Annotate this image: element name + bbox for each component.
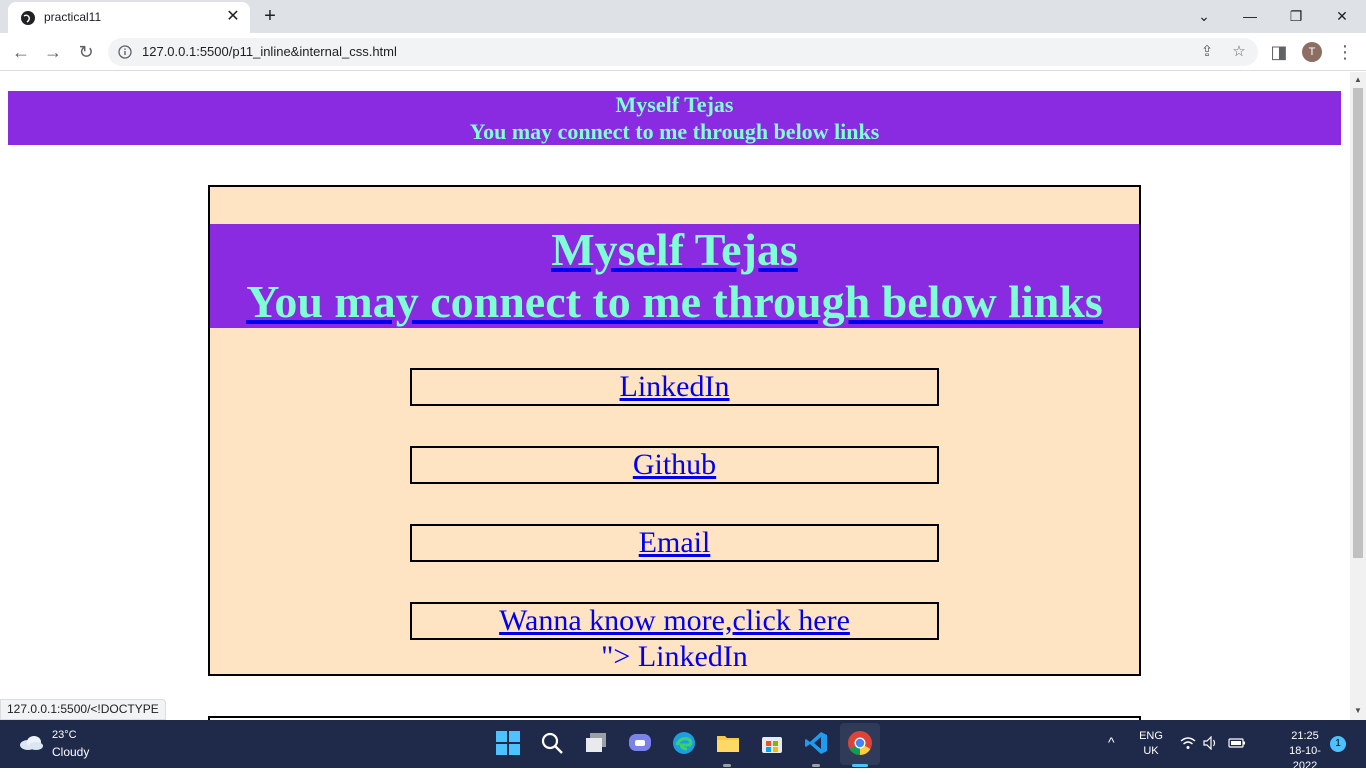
weather-desc: Cloudy	[52, 745, 90, 759]
system-clock[interactable]: 21:25 18-10-2022	[1284, 729, 1326, 774]
chevron-up-icon[interactable]: ^	[1108, 734, 1115, 750]
url-text: 127.0.0.1:5500/p11_inline&internal_css.h…	[142, 44, 397, 59]
bookmark-star-icon[interactable]: ☆	[1230, 43, 1248, 61]
search-icon[interactable]	[539, 730, 565, 756]
clock-date: 18-10-2022	[1289, 745, 1321, 772]
tab-practical11[interactable]: practical11 ✕	[8, 2, 250, 33]
know-more-link[interactable]: Wanna know more,click here	[499, 604, 850, 637]
github-link[interactable]: Github	[633, 448, 716, 481]
vscode-icon[interactable]	[803, 730, 829, 756]
restore-icon[interactable]: ❐	[1282, 4, 1310, 28]
battery-icon[interactable]	[1228, 737, 1246, 749]
volume-icon[interactable]	[1203, 736, 1219, 750]
chat-icon[interactable]	[627, 730, 653, 756]
language-indicator[interactable]: ENG UK	[1138, 729, 1164, 759]
new-tab-button[interactable]: +	[260, 6, 280, 26]
profile-avatar[interactable]: T	[1302, 42, 1322, 62]
tab-close-icon[interactable]: ✕	[224, 8, 242, 26]
minimize-icon[interactable]: —	[1236, 4, 1264, 28]
globe-icon	[21, 11, 35, 25]
header-line-1: Myself Tejas	[615, 92, 734, 117]
wifi-icon[interactable]	[1180, 736, 1196, 750]
lang-line-1: ENG	[1139, 730, 1163, 742]
site-info-icon[interactable]	[118, 45, 132, 59]
clock-time: 21:25	[1291, 730, 1319, 742]
status-bubble: 127.0.0.1:5500/<!DOCTYPE	[0, 699, 166, 720]
page-scrollbar[interactable]: ▲ ▼	[1350, 72, 1366, 720]
windows-taskbar: 23°C Cloudy ^ ENG UK 21:25 18-10-2022 1	[0, 720, 1366, 772]
know-more-box: Wanna know more,click here	[410, 602, 939, 640]
links-card: Myself Tejas You may connect to me throu…	[208, 185, 1141, 676]
github-box: Github	[410, 446, 939, 484]
scroll-down-icon[interactable]: ▼	[1353, 706, 1363, 716]
header-line-2: You may connect to me through below link…	[469, 119, 880, 144]
scroll-thumb[interactable]	[1353, 88, 1363, 558]
start-icon[interactable]	[495, 730, 521, 756]
store-icon[interactable]	[759, 730, 785, 756]
window-close-icon[interactable]: ✕	[1328, 4, 1356, 28]
address-bar[interactable]: 127.0.0.1:5500/p11_inline&internal_css.h…	[108, 38, 1258, 66]
reload-icon[interactable]: ↻	[75, 41, 97, 63]
cloud-icon[interactable]	[18, 732, 44, 752]
email-box: Email	[410, 524, 939, 562]
stray-text: "> LinkedIn	[601, 640, 748, 673]
task-view-icon[interactable]	[583, 730, 609, 756]
notification-badge[interactable]: 1	[1330, 736, 1346, 752]
tab-title: practical11	[44, 10, 102, 24]
file-explorer-icon[interactable]	[715, 730, 741, 756]
back-icon[interactable]: ←	[10, 41, 32, 63]
scroll-up-icon[interactable]: ▲	[1353, 75, 1363, 85]
card-title-link-2[interactable]: You may connect to me through below link…	[246, 276, 1103, 327]
lang-line-2: UK	[1143, 745, 1159, 757]
chrome-running-indicator	[852, 764, 868, 767]
vscode-running-indicator	[812, 764, 820, 767]
side-panel-icon[interactable]: ◨	[1268, 41, 1290, 63]
card-title-link-1[interactable]: Myself Tejas	[551, 224, 798, 275]
share-icon[interactable]: ⇪	[1198, 43, 1216, 61]
browser-toolbar: ← → ↻ 127.0.0.1:5500/p11_inline&internal…	[0, 33, 1366, 71]
linkedin-link[interactable]: LinkedIn	[620, 370, 730, 403]
chrome-icon[interactable]	[847, 730, 873, 756]
edge-icon[interactable]	[671, 730, 697, 756]
tab-search-icon[interactable]: ⌄	[1190, 4, 1218, 28]
email-link[interactable]: Email	[639, 526, 711, 559]
menu-icon[interactable]: ⋮	[1334, 41, 1356, 63]
forward-icon[interactable]: →	[42, 41, 64, 63]
tab-bar: practical11 ✕ + ⌄ — ❐ ✕	[0, 0, 1366, 33]
explorer-running-indicator	[723, 764, 731, 767]
page-header: Myself Tejas You may connect to me throu…	[8, 91, 1341, 145]
card-header: Myself Tejas You may connect to me throu…	[210, 224, 1139, 328]
weather-temp: 23°C	[52, 729, 77, 741]
linkedin-box: LinkedIn	[410, 368, 939, 406]
page-viewport: Myself Tejas You may connect to me throu…	[0, 72, 1350, 720]
